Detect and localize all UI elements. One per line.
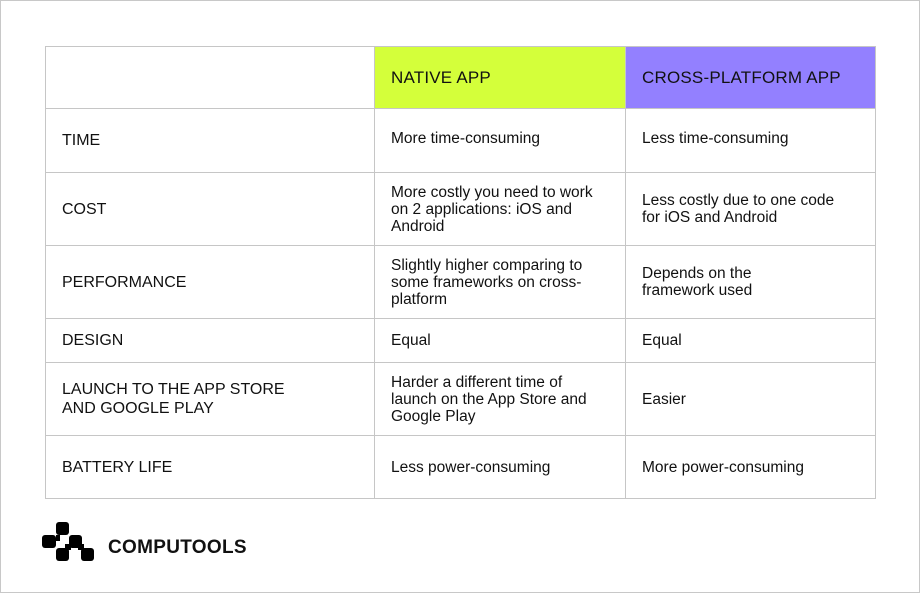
computools-logo-icon — [42, 522, 94, 561]
cross-value: Depends on the framework used — [625, 245, 876, 319]
native-value: Less power-consuming — [374, 435, 626, 499]
native-value: Equal — [374, 318, 626, 363]
native-value: More costly you need to work on 2 applic… — [374, 172, 626, 246]
table-row: PERFORMANCE Slightly higher comparing to… — [45, 245, 876, 319]
comparison-table: NATIVE APP CROSS-PLATFORM APP TIME More … — [45, 46, 876, 499]
cross-value: More power-consuming — [625, 435, 876, 499]
row-label: COST — [45, 172, 375, 246]
row-label: DESIGN — [45, 318, 375, 363]
table-row: BATTERY LIFE Less power-consuming More p… — [45, 435, 876, 499]
cross-value: Equal — [625, 318, 876, 363]
native-value: Harder a different time of launch on the… — [374, 362, 626, 436]
row-label: PERFORMANCE — [45, 245, 375, 319]
cross-value: Less costly due to one code for iOS and … — [625, 172, 876, 246]
header-native-app: NATIVE APP — [374, 46, 626, 109]
row-label: LAUNCH TO THE APP STORE AND GOOGLE PLAY — [45, 362, 375, 436]
row-label: BATTERY LIFE — [45, 435, 375, 499]
header-row: NATIVE APP CROSS-PLATFORM APP — [45, 46, 876, 109]
cross-value: Easier — [625, 362, 876, 436]
table-row: COST More costly you need to work on 2 a… — [45, 172, 876, 246]
row-label: TIME — [45, 108, 375, 173]
native-value: Slightly higher comparing to some framew… — [374, 245, 626, 319]
header-blank-cell — [45, 46, 375, 109]
table-row: LAUNCH TO THE APP STORE AND GOOGLE PLAY … — [45, 362, 876, 436]
brand-name: COMPUTOOLS — [108, 537, 247, 558]
table-row: DESIGN Equal Equal — [45, 318, 876, 363]
brand-logo: COMPUTOOLS — [42, 522, 247, 562]
table-row: TIME More time-consuming Less time-consu… — [45, 108, 876, 173]
cross-value: Less time-consuming — [625, 108, 876, 173]
header-cross-platform-app: CROSS-PLATFORM APP — [625, 46, 876, 109]
native-value: More time-consuming — [374, 108, 626, 173]
